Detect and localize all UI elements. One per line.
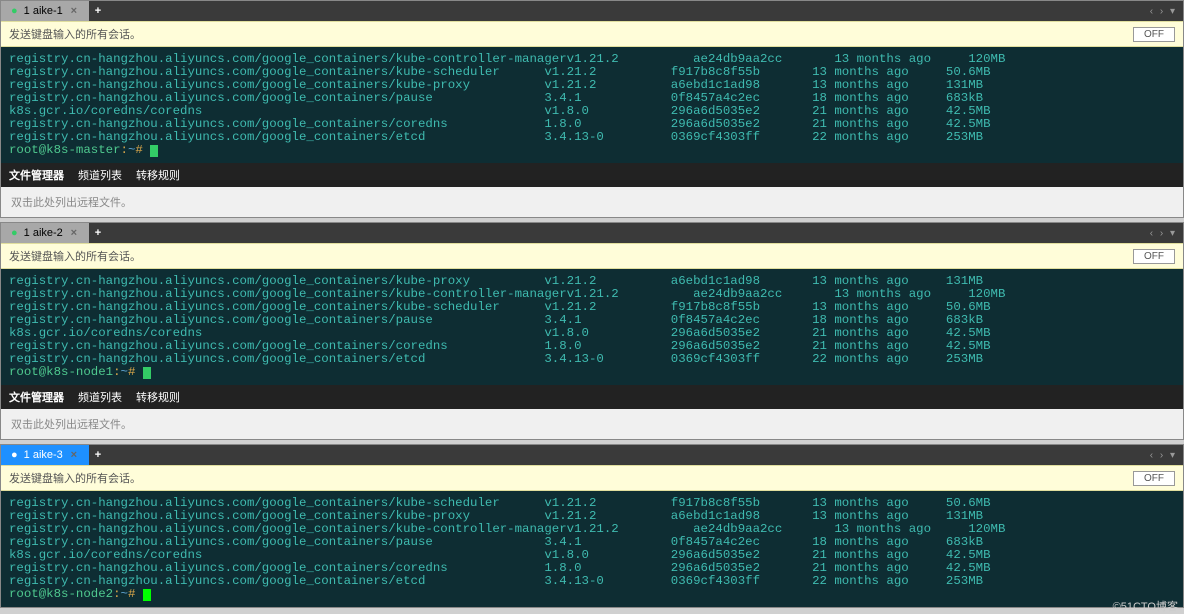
session-tab[interactable]: ● 1 aike-3 ×: [1, 445, 89, 465]
tab-bar: ● 1 aike-3 × + ‹ › ▾: [1, 445, 1183, 465]
off-button[interactable]: OFF: [1133, 27, 1175, 42]
session-tab[interactable]: ● 1 aike-2 ×: [1, 223, 89, 243]
banner-text: 发送键盘输入的所有会话。: [9, 470, 141, 486]
file-list-hint[interactable]: 双击此处列出远程文件。: [1, 187, 1183, 217]
broadcast-banner: 发送键盘输入的所有会话。 OFF: [1, 243, 1183, 269]
tab-overflow-icon[interactable]: ‹ › ▾: [1150, 228, 1177, 239]
terminal-pane: ● 1 aike-3 × + ‹ › ▾ 发送键盘输入的所有会话。 OFF registry…: [0, 444, 1184, 608]
tab-bar: ● 1 aike-2 × + ‹ › ▾: [1, 223, 1183, 243]
add-tab-button[interactable]: +: [89, 447, 107, 463]
tab-label: 1 aike-3: [24, 449, 63, 461]
terminal-pane: ● 1 aike-2 × + ‹ › ▾ 发送键盘输入的所有会话。 OFF registry…: [0, 222, 1184, 440]
off-button[interactable]: OFF: [1133, 471, 1175, 486]
banner-text: 发送键盘输入的所有会话。: [9, 26, 141, 42]
session-tab[interactable]: ● 1 aike-1 ×: [1, 1, 89, 21]
transfer-rules-tab[interactable]: 转移规则: [136, 167, 180, 183]
status-dot-icon: ●: [11, 449, 18, 461]
close-tab-icon[interactable]: ×: [69, 5, 79, 17]
terminal-pane: ● 1 aike-1 × + ‹ › ▾ 发送键盘输入的所有会话。 OFF registry…: [0, 0, 1184, 218]
channel-list-tab[interactable]: 频道列表: [78, 167, 122, 183]
tab-overflow-icon[interactable]: ‹ › ▾: [1150, 450, 1177, 461]
tool-bar: 文件管理器频道列表转移规则: [1, 385, 1183, 409]
tab-bar: ● 1 aike-1 × + ‹ › ▾: [1, 1, 1183, 21]
tool-bar: 文件管理器频道列表转移规则: [1, 163, 1183, 187]
off-button[interactable]: OFF: [1133, 249, 1175, 264]
close-tab-icon[interactable]: ×: [69, 227, 79, 239]
file-manager-tab[interactable]: 文件管理器: [9, 389, 64, 405]
broadcast-banner: 发送键盘输入的所有会话。 OFF: [1, 21, 1183, 47]
tab-label: 1 aike-2: [24, 227, 63, 239]
broadcast-banner: 发送键盘输入的所有会话。 OFF: [1, 465, 1183, 491]
transfer-rules-tab[interactable]: 转移规则: [136, 389, 180, 405]
channel-list-tab[interactable]: 频道列表: [78, 389, 122, 405]
add-tab-button[interactable]: +: [89, 225, 107, 241]
tab-overflow-icon[interactable]: ‹ › ▾: [1150, 6, 1177, 17]
terminal-output[interactable]: registry.cn-hangzhou.aliyuncs.com/google…: [1, 47, 1183, 163]
status-dot-icon: ●: [11, 5, 18, 17]
close-tab-icon[interactable]: ×: [69, 449, 79, 461]
file-manager-tab[interactable]: 文件管理器: [9, 167, 64, 183]
terminal-output[interactable]: registry.cn-hangzhou.aliyuncs.com/google…: [1, 269, 1183, 385]
file-list-hint[interactable]: 双击此处列出远程文件。: [1, 409, 1183, 439]
status-dot-icon: ●: [11, 227, 18, 239]
terminal-output[interactable]: registry.cn-hangzhou.aliyuncs.com/google…: [1, 491, 1183, 607]
banner-text: 发送键盘输入的所有会话。: [9, 248, 141, 264]
add-tab-button[interactable]: +: [89, 3, 107, 19]
tab-label: 1 aike-1: [24, 5, 63, 17]
watermark: ©51CTO博客: [1113, 598, 1178, 614]
